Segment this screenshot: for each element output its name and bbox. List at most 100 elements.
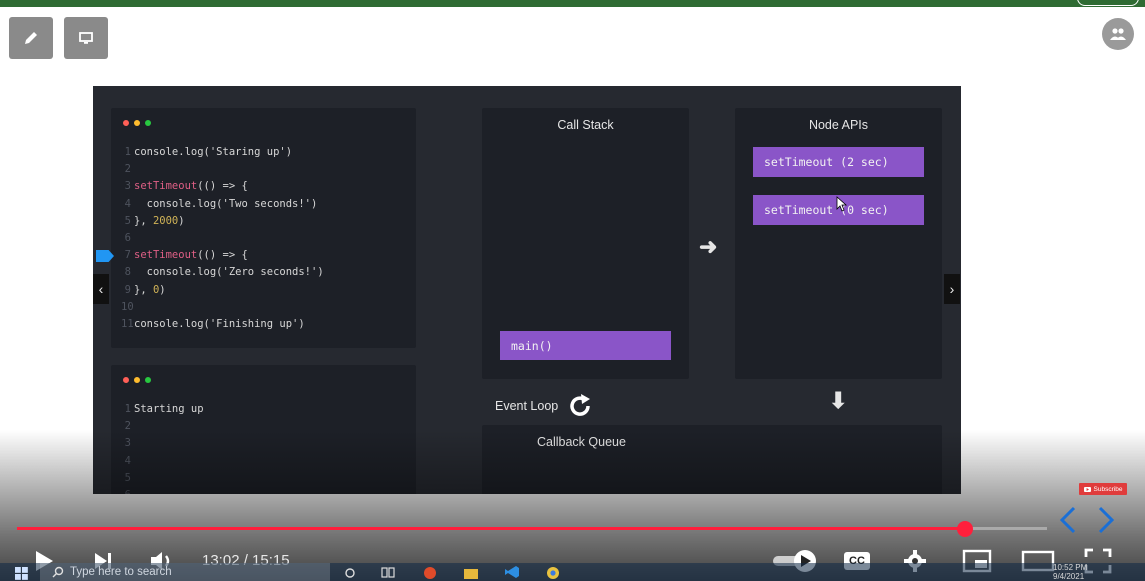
file-explorer-icon[interactable] xyxy=(463,565,479,579)
callback-queue-title: Callback Queue xyxy=(537,435,626,449)
line-number: 5 xyxy=(124,471,131,484)
page-nav xyxy=(1058,505,1116,535)
progress-fill xyxy=(17,527,965,530)
previous-arrow-icon[interactable] xyxy=(1058,505,1078,535)
code-token: 2000 xyxy=(152,214,179,227)
app-icon-red[interactable] xyxy=(422,565,438,579)
line-number: 6 xyxy=(124,232,131,245)
line-number: 3 xyxy=(124,180,131,193)
callback-queue-box: Callback Queue xyxy=(482,425,942,494)
mouse-cursor-icon xyxy=(836,196,848,212)
code-line: 3 setTimeout(() => { xyxy=(121,178,324,195)
code-line: 10 xyxy=(121,299,324,316)
code-token: console.log('Two seconds!') xyxy=(134,197,318,210)
node-api-item: setTimeout (2 sec) xyxy=(753,147,924,177)
output-line: 3 xyxy=(121,435,204,452)
code-token: (() => { xyxy=(197,249,248,262)
call-stack-item: main() xyxy=(500,331,671,360)
line-number: 1 xyxy=(124,403,131,415)
chevron-left-icon: ‹ xyxy=(98,281,104,297)
pen-icon xyxy=(25,32,37,44)
down-arrow-icon: ⬇ xyxy=(829,388,848,413)
code-line: 1 console.log('Staring up') xyxy=(121,144,324,161)
call-stack-box: Call Stack main() xyxy=(482,108,689,379)
code-block: 1 console.log('Staring up') 2 3 setTimeout(… xyxy=(121,144,324,333)
code-line: 8 console.log('Zero seconds!') xyxy=(121,264,324,281)
play-badge-icon xyxy=(1083,486,1091,492)
line-number: 1 xyxy=(124,146,131,158)
next-slide-button[interactable]: › xyxy=(944,274,960,304)
code-line: 9}, 0) xyxy=(121,282,324,299)
video-player[interactable]: 1 console.log('Staring up') 2 3 setTimeout(… xyxy=(93,86,961,494)
task-view-icon[interactable] xyxy=(380,565,396,579)
code-line: 5}, 2000) xyxy=(121,213,324,230)
vscode-icon[interactable] xyxy=(504,565,520,579)
line-number: 6 xyxy=(121,487,131,494)
line-number: 5 xyxy=(124,214,131,227)
code-line: 7 setTimeout(() => { xyxy=(121,247,324,264)
taskbar-search-placeholder: Type here to search xyxy=(70,566,172,578)
line-number: 4 xyxy=(124,197,131,210)
line-number: 3 xyxy=(124,437,131,450)
code-token: setTimeout xyxy=(134,180,198,193)
output-line: 5 xyxy=(121,470,204,487)
chrome-icon[interactable] xyxy=(545,565,561,579)
code-token: ) xyxy=(159,283,166,296)
browser-top-bar xyxy=(0,0,1145,7)
code-token: console.log('Finishing up') xyxy=(134,318,305,331)
code-token: setTimeout xyxy=(134,249,198,262)
chevron-right-icon: › xyxy=(949,281,955,297)
call-stack-title: Call Stack xyxy=(557,118,614,132)
taskbar-clock[interactable]: 10:52 PM 9/4/2021 xyxy=(1053,563,1087,581)
line-number: 8 xyxy=(124,266,131,279)
cortana-icon[interactable] xyxy=(342,565,358,579)
code-line: 11console.log('Finishing up') xyxy=(121,316,324,333)
previous-slide-button[interactable]: ‹ xyxy=(93,274,109,304)
event-loop-label: Event Loop xyxy=(495,399,559,413)
node-apis-title: Node APIs xyxy=(808,118,869,132)
taskbar-search[interactable]: Type here to search xyxy=(40,563,330,581)
console-output-panel: 1Starting up 2 3 4 5 6 xyxy=(111,365,416,494)
top-pill-button[interactable] xyxy=(1077,0,1139,6)
code-token: ) xyxy=(178,214,185,227)
line-number: 2 xyxy=(124,420,131,433)
output-line: 6 xyxy=(121,487,204,494)
clock-date: 9/4/2021 xyxy=(1053,572,1085,581)
pen-tool-button[interactable] xyxy=(9,17,53,59)
code-editor-panel: 1 console.log('Staring up') 2 3 setTimeout(… xyxy=(111,108,416,348)
code-line: 6 xyxy=(121,230,324,247)
screen-tool-button[interactable] xyxy=(64,17,108,59)
code-token: console.log('Zero seconds!') xyxy=(134,266,324,279)
console-output: 1Starting up 2 3 4 5 6 xyxy=(121,401,204,494)
progress-thumb[interactable] xyxy=(956,520,973,537)
code-line: 2 xyxy=(121,161,324,178)
right-arrow-icon: ➜ xyxy=(699,234,718,259)
subscribe-button[interactable]: Subscribe xyxy=(1079,483,1127,495)
windows-taskbar: Type here to search 10:52 PM 9/4/2021 xyxy=(0,563,1145,581)
node-apis-box: Node APIs setTimeout (2 sec) setTimeout … xyxy=(735,108,942,379)
screen-icon xyxy=(79,32,93,44)
line-number: 11 xyxy=(121,318,134,331)
participants-avatar[interactable] xyxy=(1102,18,1134,50)
progress-bar[interactable] xyxy=(17,520,1047,537)
subscribe-label: Subscribe xyxy=(1093,485,1123,493)
windows-start-icon[interactable] xyxy=(14,567,30,581)
clock-time: 10:52 PM xyxy=(1053,563,1088,572)
output-line: 1 Starting up xyxy=(121,401,204,418)
line-number: 9 xyxy=(124,283,131,296)
next-arrow-icon[interactable] xyxy=(1096,505,1116,535)
line-number: 7 xyxy=(124,249,131,262)
search-icon xyxy=(52,566,64,578)
line-number: 2 xyxy=(124,163,131,176)
code-token: (() => { xyxy=(197,180,248,193)
code-token: console.log('Staring up') xyxy=(134,146,293,158)
event-loop: Event Loop xyxy=(495,392,594,420)
window-dots xyxy=(123,377,151,383)
line-number: 10 xyxy=(121,300,134,313)
refresh-icon xyxy=(570,394,591,416)
line-number: 4 xyxy=(124,454,131,467)
people-icon xyxy=(1110,28,1126,40)
code-line: 4 console.log('Two seconds!') xyxy=(121,196,324,213)
output-line: 4 xyxy=(121,453,204,470)
window-dots xyxy=(123,120,151,126)
